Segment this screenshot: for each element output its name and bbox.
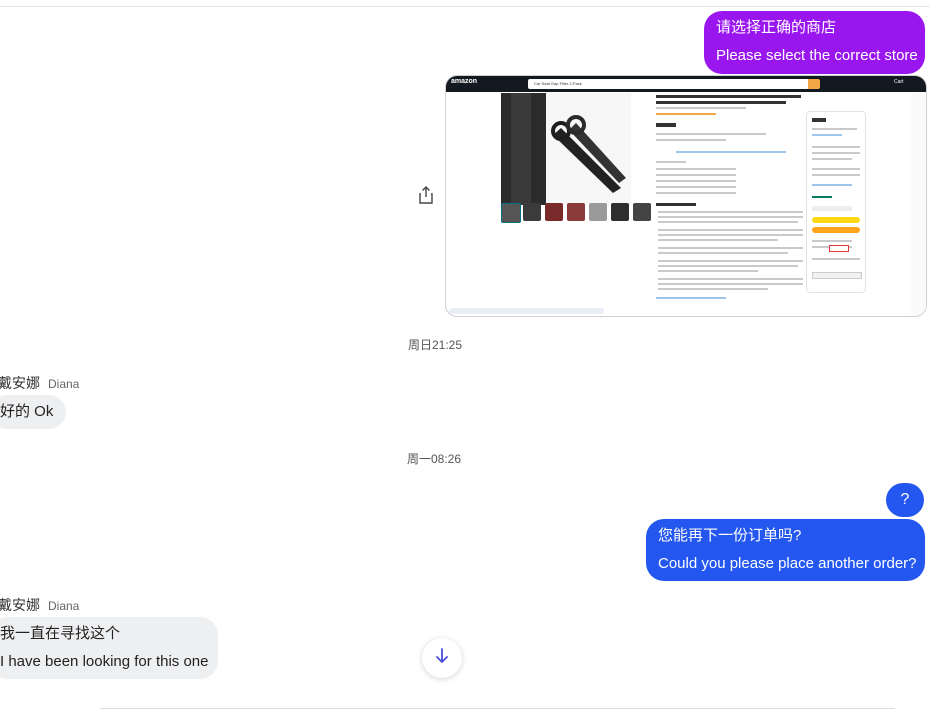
sender-name-en: Diana [48,377,80,391]
sender-label: 戴安娜 Diana [0,373,79,393]
message-place-order[interactable]: 您能再下一份订单吗? Could you please place anothe… [646,519,925,581]
thumbnail [611,203,629,221]
message-text: ? [900,491,910,508]
thumbnail [589,203,607,221]
sender-name-zh: 戴安娜 [0,375,40,391]
message-ok[interactable]: 好的 Ok [0,395,66,429]
message-text-en: Could you please place another order? [658,555,917,572]
amazon-header: amazon Car Seat Gap Filler 2-Pack Cart [446,76,926,92]
add-to-cart-button [812,217,860,223]
amazon-cart-label: Cart [894,79,904,85]
product-details [656,93,806,308]
buy-now-button [812,227,860,233]
message-text-en: I have been looking for this one [0,653,209,670]
product-image [501,93,631,205]
message-store-selection[interactable]: 请选择正确的商店 Please select the correct store [704,11,925,74]
thumbnail [633,203,651,221]
amazon-logo: amazon [451,78,478,85]
scroll-to-bottom-button[interactable] [422,638,462,678]
amazon-search-icon [808,79,820,89]
amazon-search-field: Car Seat Gap Filler 2-Pack [528,79,818,89]
share-icon[interactable] [417,185,435,205]
thumbnail [523,203,541,221]
message-text: 好的 Ok [0,403,54,420]
message-looking-for[interactable]: 我一直在寻找这个 I have been looking for this on… [0,617,218,679]
sender-name-en: Diana [48,599,80,613]
thumbnail [545,203,563,221]
message-question-mark[interactable]: ? [886,483,924,517]
composer-divider [100,708,895,709]
message-text-zh: 请选择正确的商店 [716,19,837,36]
message-text-zh: 您能再下一份订单吗? [658,527,802,544]
status-url-bar [449,308,604,314]
buy-box [806,111,866,293]
browser-sidebar [911,93,926,315]
arrow-down-icon [434,647,450,670]
screenshot-attachment[interactable]: amazon Car Seat Gap Filler 2-Pack Cart [445,75,927,317]
sender-label: 戴安娜 Diana [0,595,79,615]
message-text-zh: 我一直在寻找这个 [0,625,121,642]
top-divider [0,6,930,7]
timestamp: 周日21:25 [408,338,463,352]
thumbnail [567,203,585,221]
sender-name-zh: 戴安娜 [0,597,40,613]
thumbnail [501,203,521,223]
timestamp: 周一08:26 [407,452,462,466]
message-text-en: Please select the correct store [716,47,918,64]
thumbnail-strip [501,203,651,223]
